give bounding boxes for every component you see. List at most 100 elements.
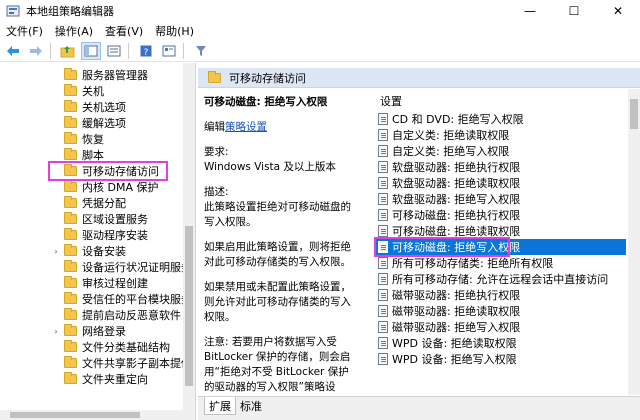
list-item[interactable]: 软盘驱动器: 拒绝写入权限 xyxy=(374,191,626,207)
list-item[interactable]: 所有可移动存储: 允许在远程会话中直接访问 xyxy=(374,271,626,287)
list-item[interactable]: 自定义类: 拒绝写入权限 xyxy=(374,143,626,159)
folder-icon xyxy=(64,356,77,368)
help-button[interactable]: ? xyxy=(136,42,156,60)
details-pane: 可移动存储访问 可移动磁盘: 拒绝写入权限 编辑策略设置 要求: Windows … xyxy=(198,63,640,420)
list-item[interactable]: 磁带驱动器: 拒绝读取权限 xyxy=(374,303,626,319)
tree-item-label: 提前启动反恶意软件 xyxy=(82,309,181,322)
list-item[interactable]: 软盘驱动器: 拒绝执行权限 xyxy=(374,159,626,175)
description-text: 此策略设置拒绝对可移动磁盘的写入权限。 xyxy=(204,201,351,228)
policy-setting-icon xyxy=(378,129,388,141)
tree-item[interactable]: 关机选项 xyxy=(52,99,126,115)
list-item-label: WPD 设备: 拒绝写入权限 xyxy=(392,353,517,366)
list-item[interactable]: 所有可移动存储类: 拒绝所有权限 xyxy=(374,255,626,271)
tree-item[interactable]: 区域设置服务 xyxy=(52,211,148,227)
menu-view[interactable]: 查看(V) xyxy=(99,23,149,39)
expander-icon[interactable]: › xyxy=(52,247,60,256)
filter-button[interactable] xyxy=(191,42,211,60)
list-item[interactable]: 磁带驱动器: 拒绝执行权限 xyxy=(374,287,626,303)
tree-item[interactable]: 文件分类基础结构 xyxy=(52,339,170,355)
tree-item[interactable]: 文件夹重定向 xyxy=(52,371,148,387)
filter-icon xyxy=(196,45,206,56)
maximize-button[interactable]: ☐ xyxy=(552,0,596,22)
policy-setting-icon xyxy=(378,177,388,189)
tree-scroll-thumb[interactable] xyxy=(185,226,193,386)
tree-item[interactable]: › 设备安装 xyxy=(52,243,126,259)
tree-item-label: 区域设置服务 xyxy=(82,213,148,226)
list-item-label: 自定义类: 拒绝写入权限 xyxy=(392,145,510,158)
window-title: 本地组策略编辑器 xyxy=(26,5,114,18)
list-item[interactable]: 自定义类: 拒绝读取权限 xyxy=(374,127,626,143)
folder-icon xyxy=(64,196,77,208)
menu-file[interactable]: 文件(F) xyxy=(0,23,49,39)
tree-vertical-scrollbar[interactable] xyxy=(183,63,195,420)
tab-extended[interactable]: 扩展 xyxy=(204,397,236,415)
list-vertical-scrollbar[interactable] xyxy=(628,89,640,395)
tree-item[interactable]: 受信任的平台模块服务 xyxy=(52,291,192,307)
tree-item[interactable]: 驱动程序安装 xyxy=(52,227,148,243)
list-scroll-thumb[interactable] xyxy=(630,99,638,129)
list-item[interactable]: 可移动磁盘: 拒绝执行权限 xyxy=(374,207,626,223)
folder-icon xyxy=(64,116,77,128)
back-button[interactable] xyxy=(3,42,23,60)
description-label: 描述: xyxy=(204,186,229,198)
tree-hscroll-thumb[interactable] xyxy=(10,412,140,418)
close-button[interactable]: ✕ xyxy=(596,0,640,22)
settings-column-header[interactable]: 设置 xyxy=(380,93,402,109)
tree-item[interactable]: 服务器管理器 xyxy=(52,67,148,83)
tree-item-label: 恢复 xyxy=(82,133,104,146)
panel-title: 可移动存储访问 xyxy=(229,71,306,85)
menu-bar: 文件(F) 操作(A) 查看(V) 帮助(H) xyxy=(0,22,640,40)
forward-button[interactable] xyxy=(26,42,46,60)
folder-icon xyxy=(64,132,77,144)
tab-standard[interactable]: 标准 xyxy=(236,397,266,415)
tree-item[interactable]: 关机 xyxy=(52,83,104,99)
tree-item-label: 服务器管理器 xyxy=(82,69,148,82)
export-list-button[interactable] xyxy=(104,42,124,60)
folder-icon xyxy=(64,84,77,96)
forward-icon xyxy=(30,45,42,56)
tree-item-label: 审核过程创建 xyxy=(82,277,148,290)
tree-item[interactable]: › 网络登录 xyxy=(52,323,126,339)
list-item[interactable]: CD 和 DVD: 拒绝写入权限 xyxy=(374,111,626,127)
tree-item-label: 网络登录 xyxy=(82,325,126,338)
list-item[interactable]: WPD 设备: 拒绝读取权限 xyxy=(374,335,626,351)
folder-icon xyxy=(64,372,77,384)
list-item[interactable]: 磁带驱动器: 拒绝写入权限 xyxy=(374,319,626,335)
settings-list[interactable]: 设置 CD 和 DVD: 拒绝写入权限 自定义类: 拒绝读取权限 自定义类: 拒… xyxy=(374,89,640,395)
policy-tree[interactable]: 服务器管理器 关机 关机选项 缓解选项 恢复 脚本 可移动存储访问 内核 DMA… xyxy=(0,63,196,420)
tree-item[interactable]: 缓解选项 xyxy=(52,115,126,131)
show-hide-tree-icon xyxy=(84,45,98,56)
folder-icon xyxy=(64,244,77,256)
tree-item-label: 受信任的平台模块服务 xyxy=(82,293,192,306)
tree-item[interactable]: 内核 DMA 保护 xyxy=(52,179,158,195)
tree-item[interactable]: 审核过程创建 xyxy=(52,275,148,291)
folder-icon xyxy=(64,68,77,80)
minimize-button[interactable]: — xyxy=(508,0,552,22)
up-one-level-button[interactable] xyxy=(58,42,78,60)
tree-item-label: 凭据分配 xyxy=(82,197,126,210)
tree-horizontal-scrollbar[interactable] xyxy=(0,410,184,420)
tree-item[interactable]: 凭据分配 xyxy=(52,195,126,211)
properties-icon xyxy=(162,45,176,56)
description-block: 描述: 此策略设置拒绝对可移动磁盘的写入权限。 xyxy=(204,185,354,230)
tree-item[interactable]: 恢复 xyxy=(52,131,104,147)
list-item-label: 磁带驱动器: 拒绝执行权限 xyxy=(392,289,521,302)
expander-icon[interactable]: › xyxy=(52,327,60,336)
menu-help[interactable]: 帮助(H) xyxy=(149,23,200,39)
menu-action[interactable]: 操作(A) xyxy=(49,23,99,39)
show-hide-tree-button[interactable] xyxy=(81,41,101,60)
list-item-label: 所有可移动存储类: 拒绝所有权限 xyxy=(392,257,554,270)
tree-item-label: 驱动程序安装 xyxy=(82,229,148,242)
folder-icon xyxy=(64,100,77,112)
policy-title: 可移动磁盘: 拒绝写入权限 xyxy=(204,96,328,108)
edit-policy-settings-link[interactable]: 策略设置 xyxy=(225,121,267,133)
tree-item[interactable]: 设备运行状况证明服务 xyxy=(52,259,192,275)
list-item[interactable]: WPD 设备: 拒绝写入权限 xyxy=(374,351,626,367)
policy-setting-icon xyxy=(378,161,388,173)
list-item[interactable]: 软盘驱动器: 拒绝读取权限 xyxy=(374,175,626,191)
tree-item-label: 设备运行状况证明服务 xyxy=(82,261,192,274)
tree-item[interactable]: 文件共享影子副本提供 xyxy=(52,355,192,371)
tree-item[interactable]: 提前启动反恶意软件 xyxy=(52,307,181,323)
properties-button[interactable] xyxy=(159,42,179,60)
requirements: 要求: Windows Vista 及以上版本 xyxy=(204,145,354,175)
